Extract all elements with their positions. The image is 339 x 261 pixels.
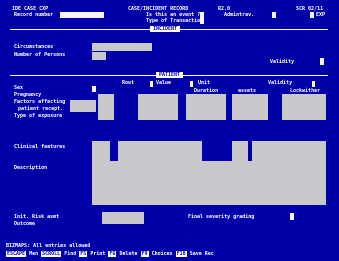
factors-affecting-field[interactable] bbox=[70, 100, 96, 112]
fkey-rec[interactable]: Rec bbox=[205, 251, 214, 257]
incident-validity-field[interactable] bbox=[320, 58, 324, 65]
value-header-box[interactable] bbox=[190, 81, 193, 87]
clinical-features-gap-3 bbox=[248, 141, 252, 161]
final-severity-label: Final severity grading bbox=[188, 214, 255, 220]
record-number-label: Record number bbox=[14, 12, 54, 18]
column-header-unit: Unit bbox=[198, 80, 211, 86]
final-severity-field[interactable] bbox=[290, 213, 294, 220]
incident-validity-label: Validity bbox=[270, 59, 295, 65]
fkey-delete[interactable]: F6 Delete bbox=[108, 251, 138, 257]
clinical-features-gap-2 bbox=[202, 141, 232, 161]
status-message: BIZMAPS: All entries allowed bbox=[6, 243, 91, 249]
pregnancy-label: Pregnancy bbox=[14, 92, 42, 98]
route-header-box[interactable] bbox=[150, 81, 153, 87]
type-of-exposure-label: Type of exposure bbox=[14, 113, 63, 119]
validity-header-box[interactable] bbox=[312, 81, 315, 87]
number-of-persons-field[interactable] bbox=[92, 52, 106, 60]
incident-section-title: INCIDENT bbox=[150, 26, 181, 32]
fkey-save[interactable]: F10 Save bbox=[175, 251, 202, 257]
outcome-label: Outcome bbox=[14, 221, 36, 227]
admin-field[interactable] bbox=[272, 12, 276, 18]
factors-affecting-label: Factors affecting bbox=[14, 99, 66, 105]
exp-field[interactable] bbox=[310, 12, 314, 18]
patient-recept-label: patient recept. bbox=[18, 106, 64, 112]
exp-label: EXP bbox=[316, 12, 326, 18]
description-label: Description bbox=[14, 165, 48, 171]
sex-label: Sex bbox=[14, 85, 24, 91]
clinical-features-label: Clinical features bbox=[14, 144, 66, 150]
record-number-field[interactable] bbox=[60, 12, 104, 18]
fkey-menu[interactable]: ESCAPE Men bbox=[6, 251, 38, 257]
clinical-features-gap-1 bbox=[110, 141, 118, 161]
column-header-route: Rout bbox=[122, 80, 135, 86]
circumstances-label: Circumstances bbox=[14, 44, 54, 50]
lockwither-grid[interactable] bbox=[282, 94, 326, 120]
route-grid[interactable] bbox=[98, 94, 114, 120]
admin-label: Admintrav. bbox=[224, 12, 255, 18]
column-header-value: Value bbox=[156, 80, 172, 86]
fkey-print[interactable]: F5 Print bbox=[79, 251, 105, 257]
status-bar: BIZMAPS: All entries allowed ESCAPE Men … bbox=[0, 240, 339, 261]
function-key-bar: ESCAPE Men SCROLL Find F5 Print F6 Delet… bbox=[6, 251, 214, 257]
circumstances-field[interactable] bbox=[92, 43, 152, 51]
fkey-find[interactable]: SCROLL Find bbox=[41, 251, 76, 257]
duration-grid[interactable] bbox=[186, 94, 226, 120]
initial-risk-label: Init. Risk asmt bbox=[14, 214, 60, 220]
column-header-validity: Validity bbox=[268, 80, 293, 86]
transaction-type-label: Type of Transaction bbox=[146, 18, 204, 24]
initial-risk-field[interactable] bbox=[102, 212, 144, 224]
sex-field[interactable] bbox=[92, 86, 96, 92]
transaction-type-field[interactable] bbox=[200, 18, 204, 24]
number-of-persons-label: Number of Persons bbox=[14, 52, 66, 58]
fkey-choices[interactable]: F9 Choices bbox=[140, 251, 173, 257]
assets-grid[interactable] bbox=[232, 94, 268, 120]
value-grid[interactable] bbox=[138, 94, 178, 120]
patient-section-title: PATIENT bbox=[156, 72, 184, 78]
